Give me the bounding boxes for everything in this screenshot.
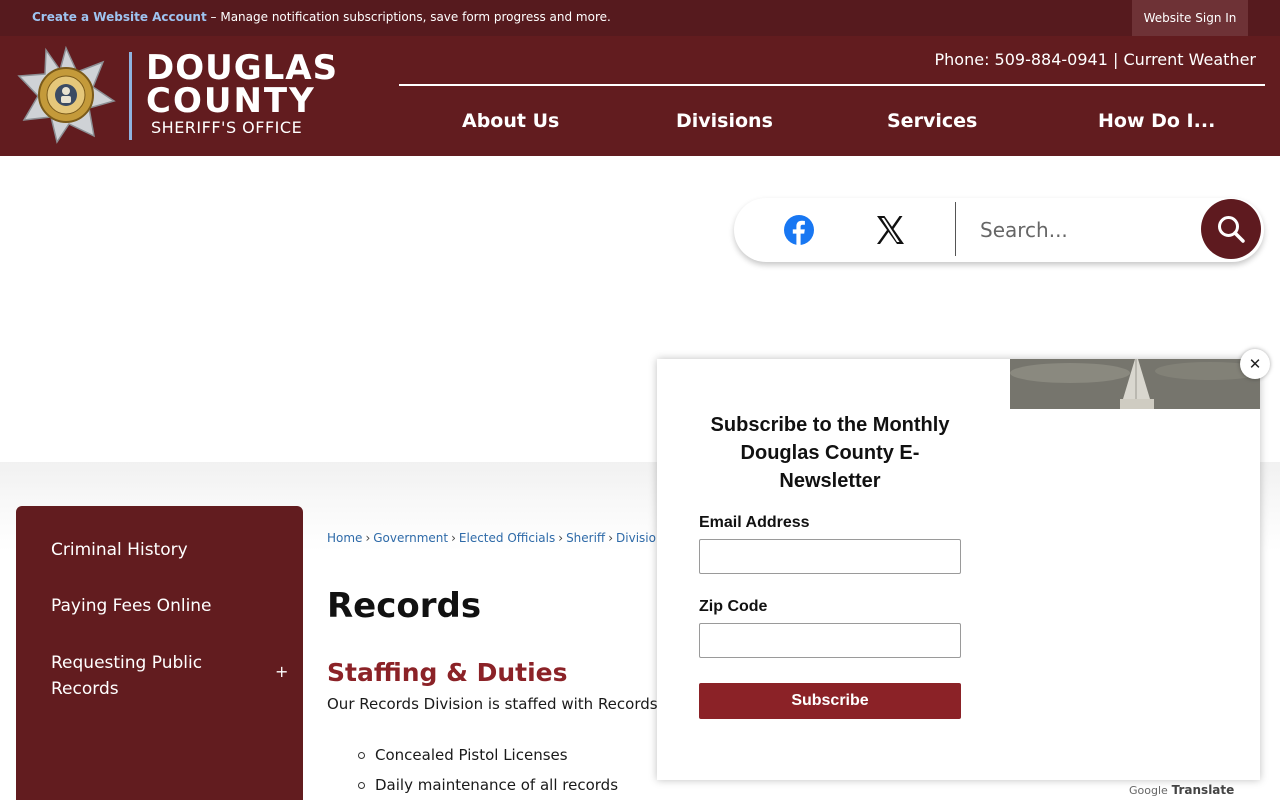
email-field[interactable] xyxy=(699,539,961,574)
main-nav: About Us Divisions Services How Do I... xyxy=(399,96,1265,146)
close-icon: ✕ xyxy=(1248,355,1262,373)
facebook-icon[interactable] xyxy=(783,214,815,246)
nav-how-do-i[interactable]: How Do I... xyxy=(1098,110,1215,132)
breadcrumb-elected-officials[interactable]: Elected Officials xyxy=(459,531,555,545)
building-dome-image xyxy=(1010,359,1260,409)
nav-services[interactable]: Services xyxy=(887,110,977,132)
list-item: Daily maintenance of all records xyxy=(357,770,618,800)
breadcrumb-sheriff[interactable]: Sheriff xyxy=(566,531,605,545)
section-body-text: Our Records Division is staffed with Rec… xyxy=(327,695,658,713)
search-divider xyxy=(955,202,956,256)
zip-code-field[interactable] xyxy=(699,623,961,658)
page-title: Records xyxy=(327,586,482,626)
modal-title: Subscribe to the Monthly Douglas County … xyxy=(710,414,950,492)
modal-header-image xyxy=(1010,359,1260,409)
zip-label: Zip Code xyxy=(699,598,768,615)
logo-divider xyxy=(129,52,132,140)
subscribe-button[interactable]: Subscribe xyxy=(699,683,961,719)
translate-label[interactable]: Translate xyxy=(1172,783,1235,797)
breadcrumb-home[interactable]: Home xyxy=(327,531,362,545)
search-icon xyxy=(1218,216,1245,243)
website-sign-in-button[interactable]: Website Sign In xyxy=(1132,0,1248,36)
close-modal-button[interactable]: ✕ xyxy=(1240,349,1270,379)
duties-list: Concealed Pistol Licenses Daily maintena… xyxy=(357,740,618,800)
social-search-bar xyxy=(734,198,1264,262)
logo-text-county[interactable]: COUNTY xyxy=(146,83,316,119)
search-input[interactable] xyxy=(980,212,1190,248)
newsletter-modal: Subscribe to the Monthly Douglas County … xyxy=(657,359,1260,780)
star-badge-icon[interactable] xyxy=(16,46,116,144)
sidebar-item-requesting-public-records[interactable]: Requesting Public Records xyxy=(51,650,241,702)
utility-bar: Create a Website Account – Manage notifi… xyxy=(0,0,1280,36)
sidebar-item-criminal-history[interactable]: Criminal History xyxy=(51,537,188,563)
header-contact: Phone: 509-884-0941 | Current Weather xyxy=(935,50,1257,69)
sidebar-nav: Criminal History Paying Fees Online Requ… xyxy=(16,506,303,800)
google-translate[interactable]: Google Translate xyxy=(1129,783,1234,797)
sidebar-item-paying-fees-online[interactable]: Paying Fees Online xyxy=(51,593,212,619)
site-header: DOUGLAS COUNTY SHERIFF'S OFFICE Phone: 5… xyxy=(0,36,1280,156)
current-weather-link[interactable]: Current Weather xyxy=(1123,50,1256,69)
search-button[interactable] xyxy=(1201,199,1261,259)
nav-about-us[interactable]: About Us xyxy=(462,110,559,132)
nav-divisions[interactable]: Divisions xyxy=(676,110,773,132)
header-rule xyxy=(399,84,1265,86)
create-account-link[interactable]: Create a Website Account xyxy=(32,10,207,24)
list-item: Concealed Pistol Licenses xyxy=(357,740,618,770)
account-message-text: – Manage notification subscriptions, sav… xyxy=(206,10,611,24)
section-title: Staffing & Duties xyxy=(327,658,568,687)
email-label: Email Address xyxy=(699,514,810,531)
breadcrumb-government[interactable]: Government xyxy=(373,531,448,545)
breadcrumb: Home › Government › Elected Officials › Sherif… xyxy=(327,531,664,545)
phone-link[interactable]: Phone: 509-884-0941 xyxy=(935,50,1108,69)
expand-plus-icon[interactable]: + xyxy=(275,662,288,681)
google-label: Google xyxy=(1129,784,1168,797)
x-twitter-icon[interactable] xyxy=(874,214,906,246)
contact-separator: | xyxy=(1107,50,1124,69)
account-message: Create a Website Account – Manage notifi… xyxy=(32,10,611,24)
logo-text-sheriffs-office[interactable]: SHERIFF'S OFFICE xyxy=(151,118,302,137)
